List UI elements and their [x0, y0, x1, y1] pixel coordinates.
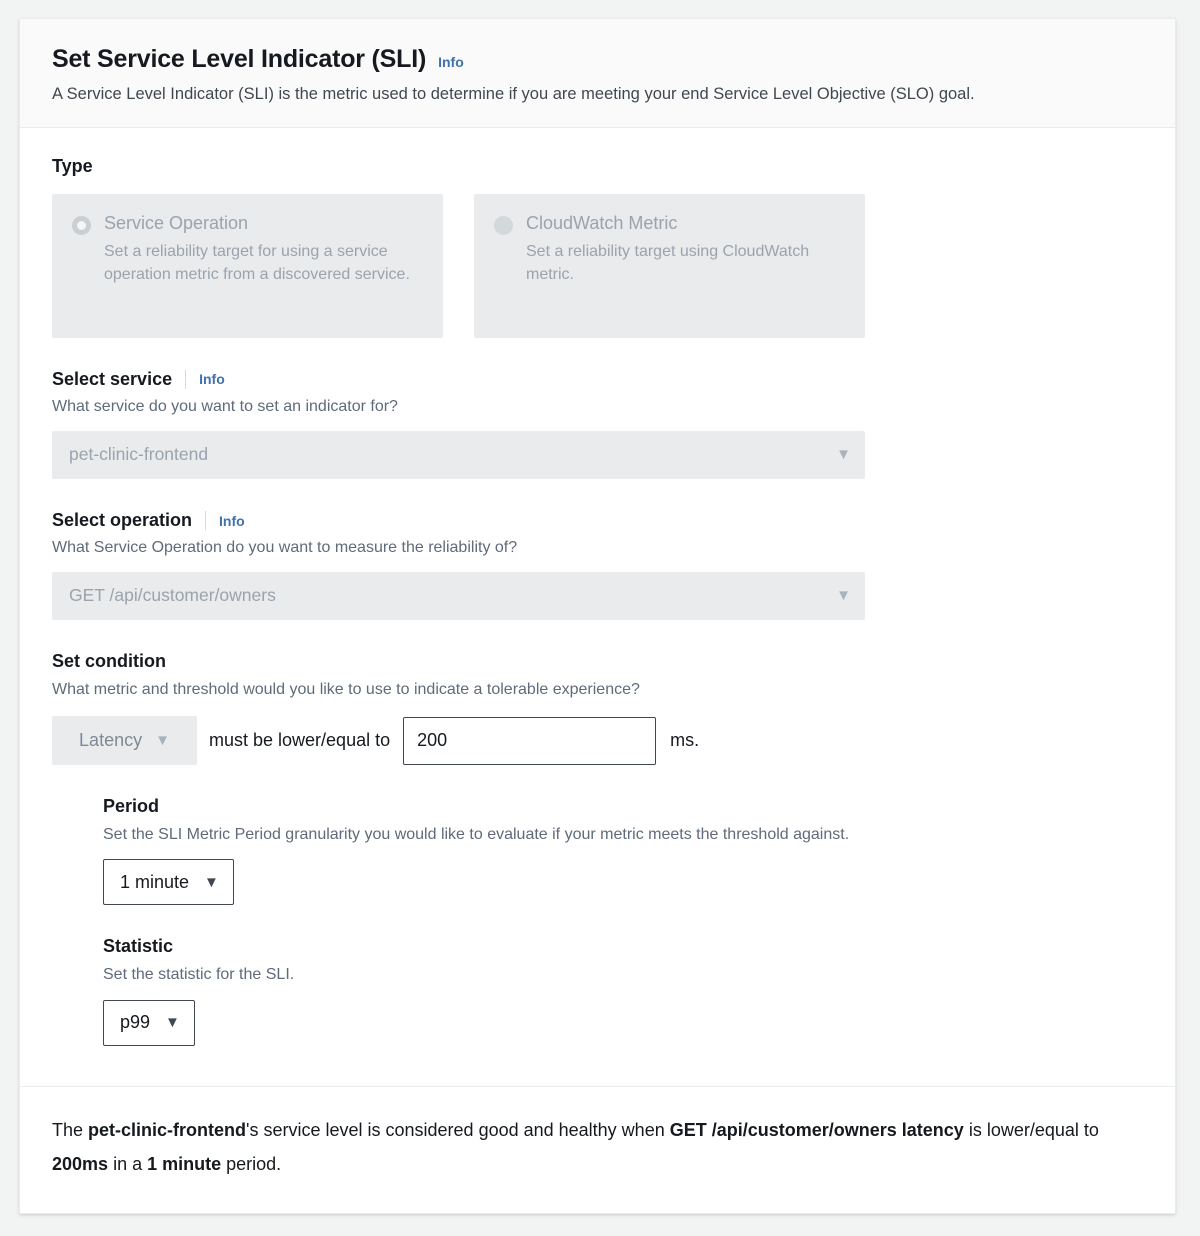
set-condition-description: What metric and threshold would you like…: [52, 680, 640, 698]
label-divider: [205, 511, 207, 531]
summary-part-4: in a: [108, 1153, 148, 1174]
chevron-down-icon: ▼: [836, 446, 851, 464]
radio-selected-icon[interactable]: [72, 215, 91, 235]
select-service-dropdown[interactable]: pet-clinic-frontend ▼: [52, 430, 865, 479]
threshold-unit-label: ms.: [670, 730, 700, 751]
select-service-label-row: Select service Info: [52, 369, 1143, 391]
type-tile-service-operation-title: Service Operation: [104, 212, 249, 233]
comparison-label: must be lower/equal to: [209, 730, 391, 751]
set-condition-label: Set condition: [52, 650, 166, 671]
type-label: Type: [52, 156, 93, 177]
summary-part-2: 's service level is considered good and …: [246, 1119, 670, 1140]
metric-dropdown[interactable]: Latency ▼: [52, 716, 197, 766]
chevron-down-icon: ▼: [204, 873, 219, 891]
type-tile-service-operation-text: Service Operation Set a reliability targ…: [104, 212, 423, 322]
set-condition-field: Set condition What metric and threshold …: [52, 650, 1143, 766]
select-operation-info-link[interactable]: Info: [219, 513, 245, 529]
type-tile-service-operation[interactable]: Service Operation Set a reliability targ…: [52, 193, 443, 338]
sli-form-card: Set Service Level Indicator (SLI) Info A…: [19, 18, 1176, 1214]
header-title-row: Set Service Level Indicator (SLI) Info: [52, 45, 1143, 74]
label-divider: [185, 369, 187, 389]
period-label: Period: [103, 796, 160, 817]
page-title: Set Service Level Indicator (SLI): [52, 45, 427, 73]
chevron-down-icon: ▼: [155, 732, 170, 750]
summary-sentence: The pet-clinic-frontend's service level …: [52, 1113, 1122, 1181]
type-tile-cloudwatch-metric-text: CloudWatch Metric Set a reliability targ…: [526, 212, 845, 322]
header-info-link[interactable]: Info: [438, 54, 464, 70]
select-service-label: Select service: [52, 368, 173, 389]
type-tile-service-operation-description: Set a reliability target for using a ser…: [104, 243, 410, 284]
statistic-dropdown[interactable]: p99 ▼: [103, 999, 195, 1046]
period-value: 1 minute: [120, 871, 190, 892]
select-operation-dropdown[interactable]: GET /api/customer/owners ▼: [52, 571, 865, 620]
statistic-label: Statistic: [103, 936, 174, 957]
summary-part-1: The: [52, 1119, 89, 1140]
card-footer: The pet-clinic-frontend's service level …: [20, 1085, 1175, 1211]
select-service-info-link[interactable]: Info: [199, 371, 225, 387]
select-operation-label: Select operation: [52, 509, 193, 530]
chevron-down-icon: ▼: [165, 1014, 180, 1032]
metric-dropdown-value: Latency: [79, 730, 143, 751]
select-operation-description: What Service Operation do you want to me…: [52, 539, 518, 557]
type-tile-cloudwatch-metric-description: Set a reliability target using CloudWatc…: [526, 243, 810, 284]
select-operation-label-row: Select operation Info: [52, 510, 1143, 532]
type-tile-cloudwatch-metric-title: CloudWatch Metric: [526, 212, 678, 233]
statistic-field: Statistic Set the statistic for the SLI.…: [103, 936, 1143, 1046]
select-service-description: What service do you want to set an indic…: [52, 398, 398, 416]
card-header: Set Service Level Indicator (SLI) Info A…: [20, 19, 1175, 129]
summary-threshold: 200ms: [52, 1153, 109, 1174]
chevron-down-icon: ▼: [836, 587, 851, 605]
select-service-field: Select service Info What service do you …: [52, 369, 1143, 479]
period-description: Set the SLI Metric Period granularity yo…: [103, 825, 850, 843]
statistic-value: p99: [120, 1012, 151, 1033]
select-operation-value: GET /api/customer/owners: [69, 585, 276, 606]
summary-operation-name: GET /api/customer/owners latency: [669, 1119, 964, 1140]
condition-row: Latency ▼ must be lower/equal to ms.: [52, 716, 1143, 766]
summary-period: 1 minute: [147, 1153, 222, 1174]
radio-unselected-icon[interactable]: [494, 215, 513, 235]
type-tile-group: Service Operation Set a reliability targ…: [52, 193, 1143, 338]
summary-part-5: period.: [221, 1153, 282, 1174]
select-service-value: pet-clinic-frontend: [69, 444, 209, 465]
page-root: Set Service Level Indicator (SLI) Info A…: [0, 0, 1200, 1236]
summary-part-3: is lower/equal to: [963, 1119, 1099, 1140]
threshold-input[interactable]: [403, 716, 657, 765]
statistic-description: Set the statistic for the SLI.: [103, 965, 295, 983]
select-operation-field: Select operation Info What Service Opera…: [52, 510, 1143, 620]
summary-service-name: pet-clinic-frontend: [88, 1119, 247, 1140]
type-tile-cloudwatch-metric[interactable]: CloudWatch Metric Set a reliability targ…: [474, 193, 865, 338]
header-description: A Service Level Indicator (SLI) is the m…: [52, 84, 975, 103]
card-body: Type Service Operation Set a reliability…: [20, 128, 1175, 1086]
period-dropdown[interactable]: 1 minute ▼: [103, 859, 234, 906]
period-field: Period Set the SLI Metric Period granula…: [103, 796, 1143, 906]
